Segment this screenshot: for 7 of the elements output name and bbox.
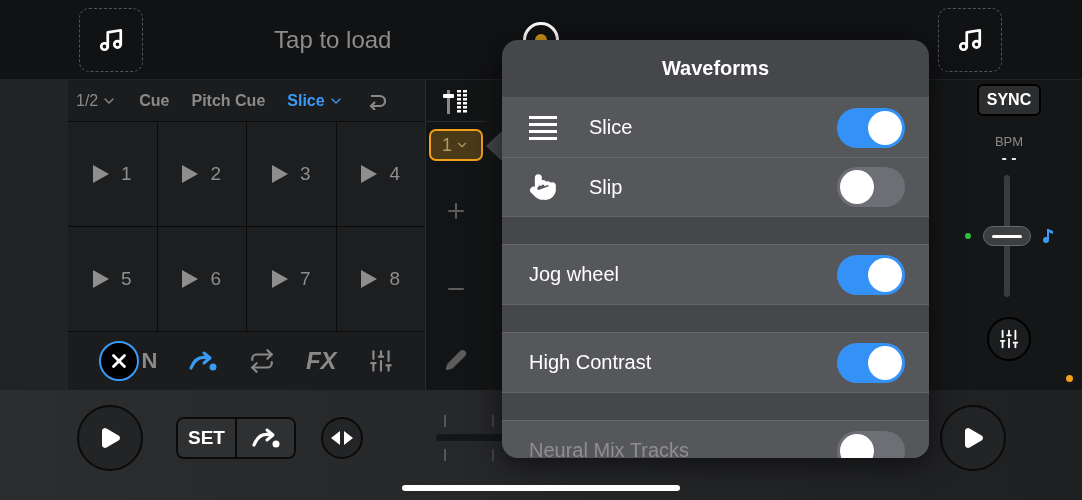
setting-label: Slip [589, 175, 624, 199]
setting-label: Neural Mix Tracks [529, 439, 691, 458]
bpm-label: BPM [994, 134, 1024, 149]
setting-label: Slice [589, 116, 634, 139]
setting-label: High Contrast [529, 351, 653, 374]
bpm-value: - - [1001, 149, 1017, 167]
setting-label: Jog wheel [529, 263, 621, 286]
